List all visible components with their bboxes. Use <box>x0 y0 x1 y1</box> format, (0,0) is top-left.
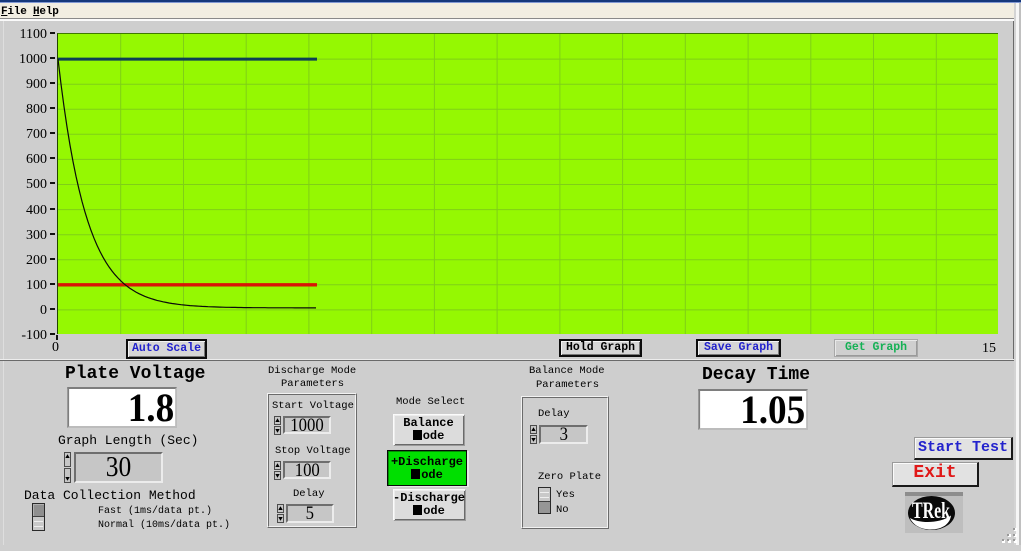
svg-text:TRek: TRek <box>912 498 950 523</box>
